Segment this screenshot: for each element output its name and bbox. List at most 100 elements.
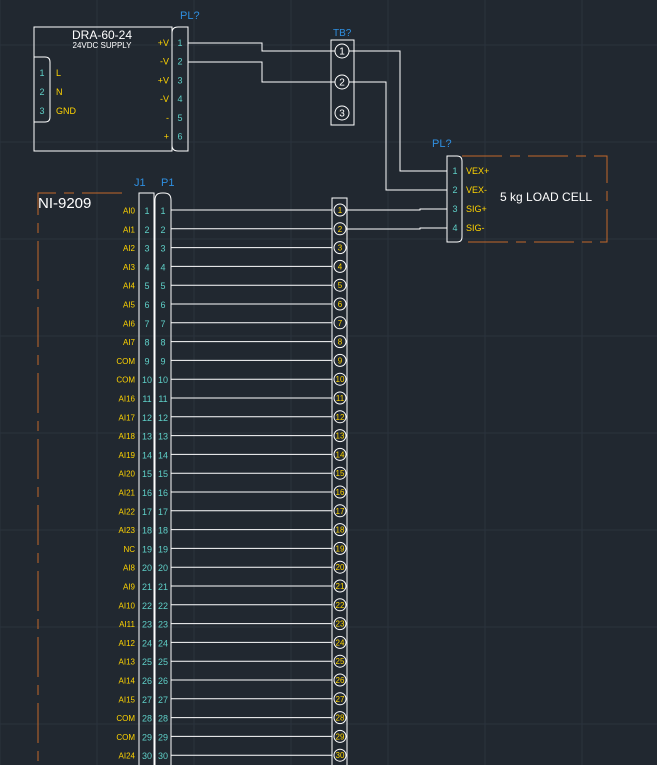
- ni-p1-pin-number: 11: [158, 394, 167, 404]
- ps-right-pin-label: +V: [158, 75, 169, 85]
- ni-j1-pin-number: 11: [142, 394, 151, 404]
- ni-pin-label: AI6: [123, 319, 136, 328]
- ni-p1-pin-number: 23: [158, 620, 168, 630]
- strip-terminal-number: 18: [336, 526, 345, 535]
- strip-terminal-number: 29: [336, 732, 345, 741]
- ni-p1-pin-number: 2: [160, 225, 165, 235]
- terminal-number: 3: [339, 109, 345, 120]
- ni-p1-pin-number: 12: [158, 413, 168, 423]
- ni-pin-label: NC: [123, 545, 135, 554]
- ni-pin-label: COM: [116, 357, 135, 366]
- terminal-number: 2: [339, 78, 345, 89]
- ni-pin-label: AI0: [123, 207, 136, 216]
- ni-j1-pin-number: 18: [142, 526, 152, 536]
- strip-terminal-number: 21: [336, 582, 345, 591]
- ni-pin-label: AI7: [123, 338, 136, 347]
- load-cell-pin-label: VEX-: [466, 185, 487, 195]
- ni-p1-pin-number: 24: [158, 638, 168, 648]
- load-cell-pins: 1 VEX+ 2 VEX- 3 SIG+ 4 SIG-: [452, 166, 489, 233]
- ni-module-pins: AI0 1 1AI1 2 2AI2 3 3AI3 4 4AI4 5 5AI5 6 6AI6 7 7AI7 8 8…: [116, 206, 168, 761]
- terminal-block-top-terminals: 1 2 3: [334, 43, 350, 121]
- ni-pin-label: AI2: [123, 244, 136, 253]
- ni-pin-label: AI4: [123, 282, 136, 291]
- ni-j1-pin-number: 5: [144, 281, 149, 291]
- strip-terminal-number: 11: [336, 394, 345, 403]
- power-supply-designator: PL?: [180, 10, 200, 22]
- strip-terminal-number: 25: [336, 657, 345, 666]
- ni-j1-pin-number: 6: [144, 300, 149, 310]
- ps-right-pin-label: -: [166, 113, 169, 123]
- terminal-strip-main[interactable]: 1234567891011121314151617181920212223242…: [331, 197, 348, 765]
- ni-j1-pin-number: 15: [142, 469, 152, 479]
- load-cell-pin-number: 3: [452, 204, 457, 214]
- load-cell-pin-number: 1: [452, 166, 457, 176]
- ni-pin-label: AI12: [119, 639, 136, 648]
- strip-terminal-number: 19: [336, 544, 345, 553]
- ni-j1-pin-number: 16: [142, 488, 152, 498]
- interconnect-wire: [188, 61, 335, 83]
- ni-j1-pin-number: 25: [142, 657, 152, 667]
- load-cell-pin-label: SIG+: [466, 204, 487, 214]
- ni-p1-pin-number: 13: [158, 432, 168, 442]
- power-supply-block[interactable]: DRA-60-24 24VDC SUPPLY PL? 1 L2 N3 GND +V 1-…: [33, 10, 200, 152]
- strip-terminal-number: 1: [338, 206, 343, 215]
- load-cell-block[interactable]: PL? 5 kg LOAD CELL 1 VEX+ 2 VEX- 3 SIG+ 4 SIG-: [432, 138, 608, 243]
- ps-left-pin-number: 2: [39, 87, 44, 97]
- ps-right-pin-number: 3: [177, 75, 182, 85]
- load-cell-designator: PL?: [432, 138, 452, 150]
- ni-p1-pin-number: 14: [158, 450, 168, 460]
- ni-pin-label: AI9: [123, 583, 136, 592]
- ps-left-pin-number: 3: [39, 106, 44, 116]
- ps-right-pin-number: 6: [177, 132, 182, 142]
- strip-terminal-number: 3: [338, 244, 343, 253]
- ni-pin-label: AI14: [119, 677, 136, 686]
- interconnect-wire: [347, 208, 447, 211]
- load-cell-title: 5 kg LOAD CELL: [500, 190, 592, 204]
- strip-terminal-number: 27: [336, 695, 345, 704]
- ni-p1-pin-number: 19: [158, 544, 168, 554]
- ps-left-pin-label: GND: [56, 106, 77, 116]
- strip-terminal-number: 14: [336, 450, 345, 459]
- interconnect-wire: [188, 42, 335, 52]
- ni-p1-pin-number: 3: [160, 244, 165, 254]
- strip-terminal-number: 10: [336, 375, 345, 384]
- terminal-strip-main-terminals: 1234567891011121314151617181920212223242…: [333, 203, 347, 762]
- load-cell-pin-number: 2: [452, 185, 457, 195]
- schematic-canvas: DRA-60-24 24VDC SUPPLY PL? 1 L2 N3 GND +V 1-…: [0, 0, 657, 765]
- ni-j1-pin-number: 12: [142, 413, 152, 423]
- ni-pin-label: AI19: [119, 451, 136, 460]
- strip-terminal-number: 17: [336, 507, 345, 516]
- ni-j1-pin-number: 13: [142, 432, 152, 442]
- ni-pin-label: AI18: [119, 432, 136, 441]
- ni-pin-label: AI15: [119, 695, 136, 704]
- strip-terminal-number: 22: [336, 601, 345, 610]
- ni-pin-label: AI17: [119, 413, 136, 422]
- ni-j1-pin-number: 4: [144, 262, 149, 272]
- ni-p1-pin-number: 7: [160, 319, 165, 329]
- ni-pin-label: AI23: [119, 526, 136, 535]
- ni-j1-pin-number: 19: [142, 544, 152, 554]
- strip-terminal-number: 5: [338, 281, 343, 290]
- ps-right-pin-label: +: [164, 132, 169, 142]
- ni-pin-label: AI22: [119, 507, 136, 516]
- ni-pin-label: COM: [116, 376, 135, 385]
- ni-pin-label: AI13: [119, 658, 136, 667]
- ni-module-border: [37, 192, 122, 765]
- terminal-block-top-designator: TB?: [333, 28, 352, 39]
- ps-left-pin-label: L: [56, 68, 61, 78]
- strip-terminal-number: 26: [336, 676, 345, 685]
- ni-pin-label: AI11: [119, 620, 135, 629]
- terminal-block-top[interactable]: TB? 1 2 3: [330, 28, 355, 126]
- strip-terminal-number: 12: [336, 413, 345, 422]
- strip-terminal-number: 24: [336, 638, 345, 647]
- ni-p1-pin-number: 29: [158, 732, 168, 742]
- strip-terminal-number: 28: [336, 714, 345, 723]
- ni-pin-label: AI21: [119, 489, 136, 498]
- ni-module-block[interactable]: NI-9209 J1 P1 AI0 1 1AI1 2 2AI2 3 3AI3 4 4AI4 5 5A…: [37, 177, 174, 765]
- ni-j1-pin-number: 10: [142, 375, 152, 385]
- ni-j1-pin-number: 21: [142, 582, 152, 592]
- ps-right-pin-label: -V: [160, 57, 169, 67]
- ni-p1-pin-number: 28: [158, 714, 168, 724]
- power-supply-title: DRA-60-24: [72, 28, 132, 42]
- ni-j1-pin-number: 23: [142, 620, 152, 630]
